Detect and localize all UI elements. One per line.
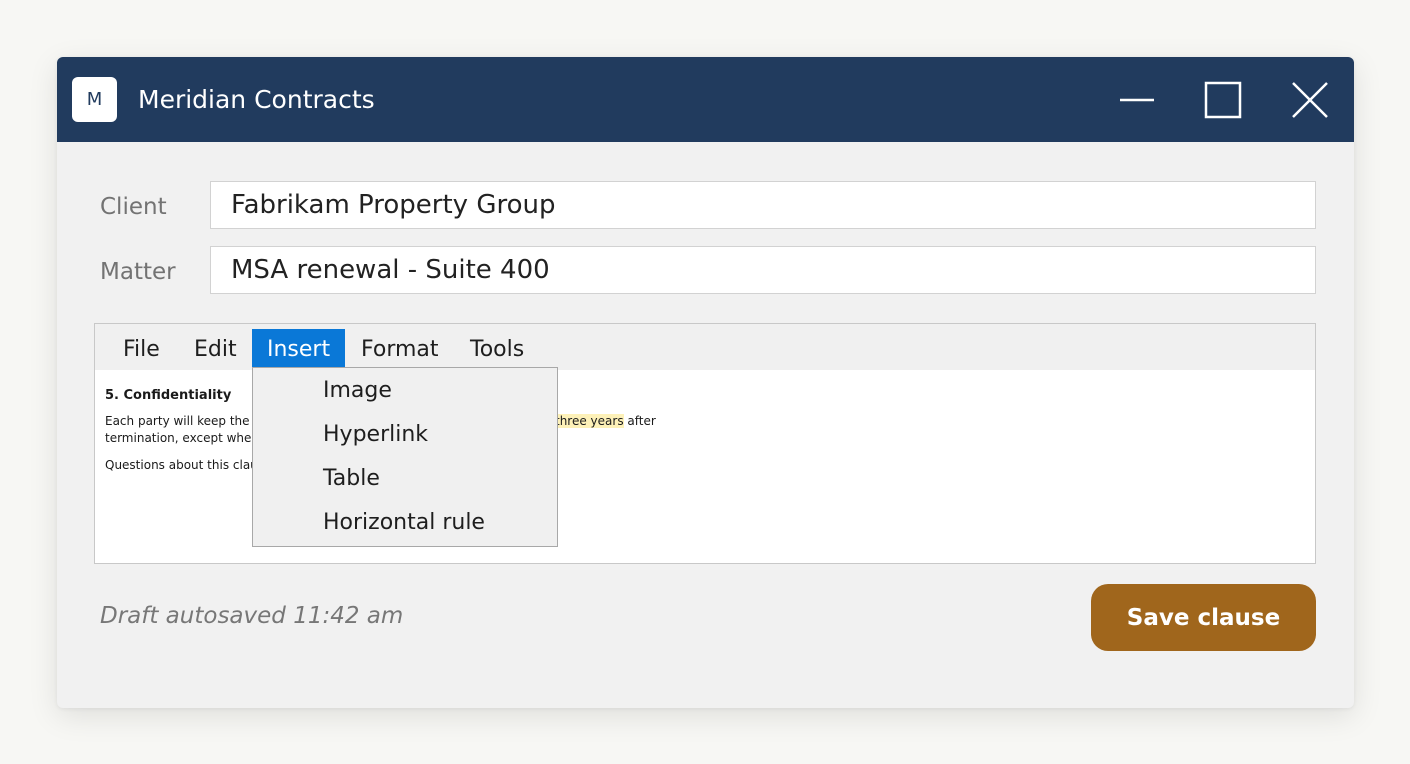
close-icon [1292, 82, 1328, 118]
insert-hyperlink-item[interactable]: Hyperlink [323, 420, 428, 450]
doc-line-1-tail: three years after [555, 414, 656, 428]
client-input[interactable] [210, 181, 1316, 229]
insert-image-item[interactable]: Image [323, 376, 392, 406]
matter-input[interactable] [210, 246, 1316, 294]
minimize-button[interactable] [1112, 77, 1162, 123]
doc-line-1-start: Each party will keep the ot [105, 414, 266, 428]
app-logo: M [72, 77, 117, 122]
insert-dropdown-menu: Image Hyperlink Table Horizontal rule [252, 367, 558, 547]
insert-horizontal-rule-item[interactable]: Horizontal rule [323, 508, 485, 538]
client-label: Client [100, 194, 167, 220]
app-window: M Meridian Contracts Client Matter File … [57, 57, 1354, 708]
editor-menu-bar: File Edit Insert Format Tools [95, 324, 1315, 370]
menu-insert[interactable]: Insert [252, 329, 345, 370]
doc-line-1-end: after [623, 414, 656, 428]
menu-format[interactable]: Format [346, 329, 454, 370]
maximize-icon [1204, 81, 1242, 119]
close-button[interactable] [1285, 77, 1335, 123]
menu-file[interactable]: File [108, 329, 175, 370]
autosave-status: Draft autosaved 11:42 am [100, 603, 404, 629]
highlighted-term: three years [555, 414, 624, 428]
minimize-icon [1120, 98, 1154, 102]
doc-line-1: Each party will keep the ot [105, 414, 265, 428]
doc-line-2: termination, except where [105, 431, 264, 445]
clause-heading: 5. Confidentiality [105, 388, 232, 403]
app-title: Meridian Contracts [138, 85, 375, 114]
title-bar[interactable]: M Meridian Contracts [57, 57, 1354, 142]
save-clause-button[interactable]: Save clause [1091, 584, 1316, 651]
menu-edit[interactable]: Edit [179, 329, 252, 370]
maximize-button[interactable] [1198, 77, 1248, 123]
insert-table-item[interactable]: Table [323, 464, 380, 494]
menu-tools[interactable]: Tools [455, 329, 539, 370]
app-logo-letter: M [86, 89, 103, 110]
doc-line-3: Questions about this clause [105, 458, 272, 472]
matter-label: Matter [100, 259, 176, 285]
